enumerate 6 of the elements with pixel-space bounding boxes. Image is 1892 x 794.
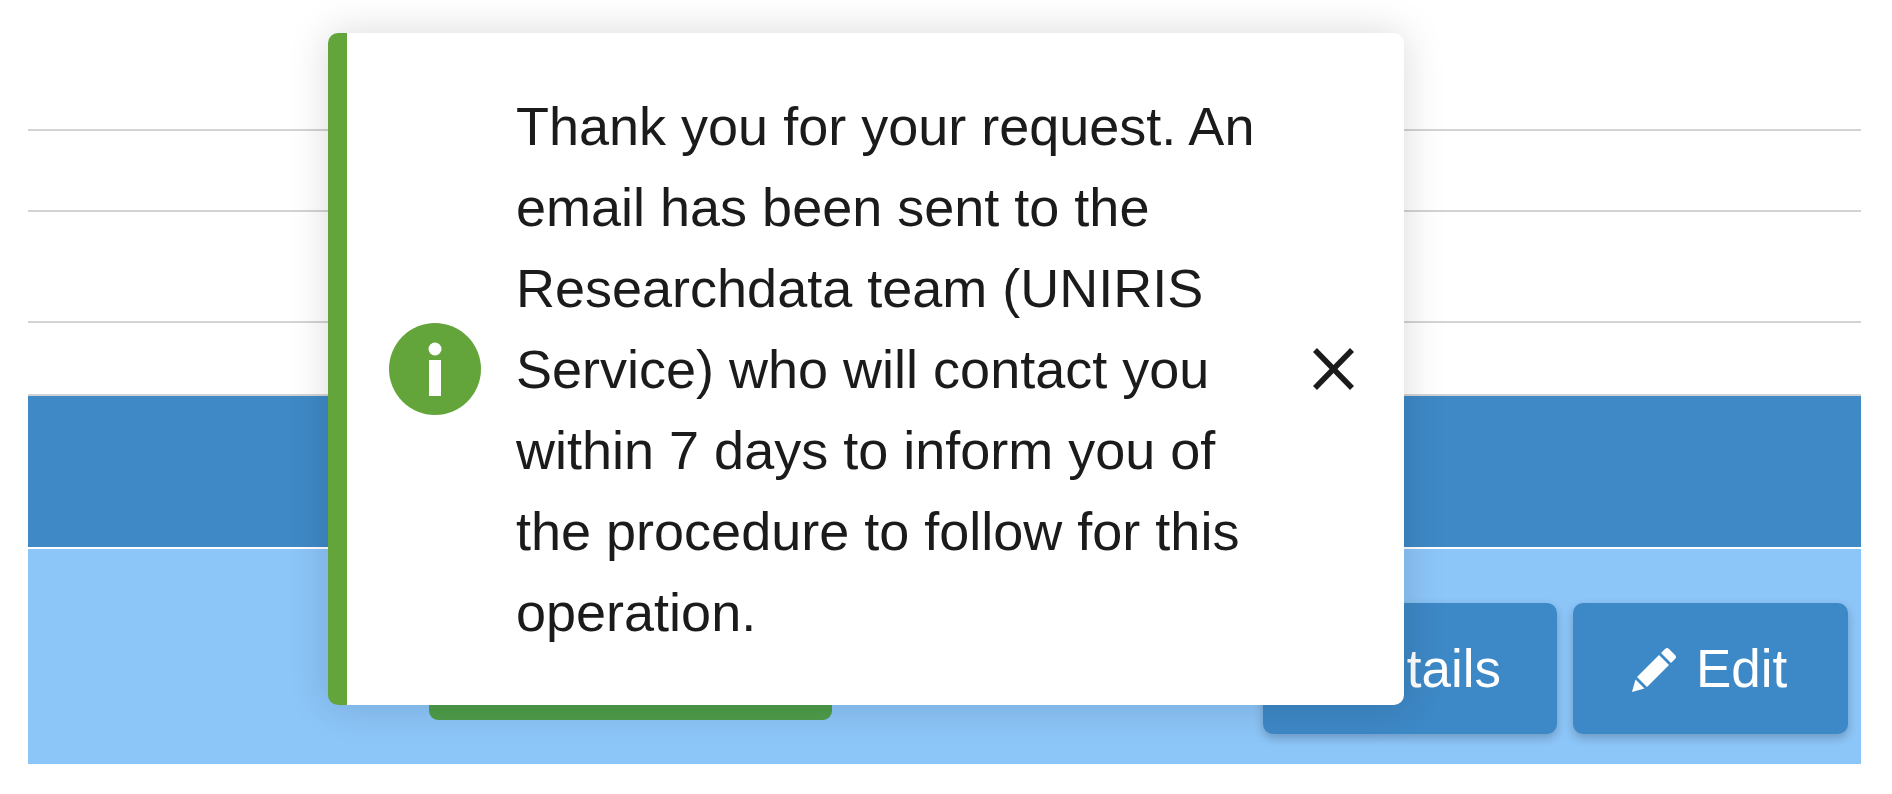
close-icon [1312,347,1355,391]
edit-button[interactable]: Edit [1573,603,1848,734]
info-icon [389,323,481,415]
pencil-icon [1632,645,1678,692]
notification-message: Thank you for your request. An email has been sent to the Researchdata team (UNIRIS Service) who will contact you within 7 days to inform you of the procedure to follow for this operation. [516,94,1256,644]
close-button[interactable] [1312,347,1355,391]
